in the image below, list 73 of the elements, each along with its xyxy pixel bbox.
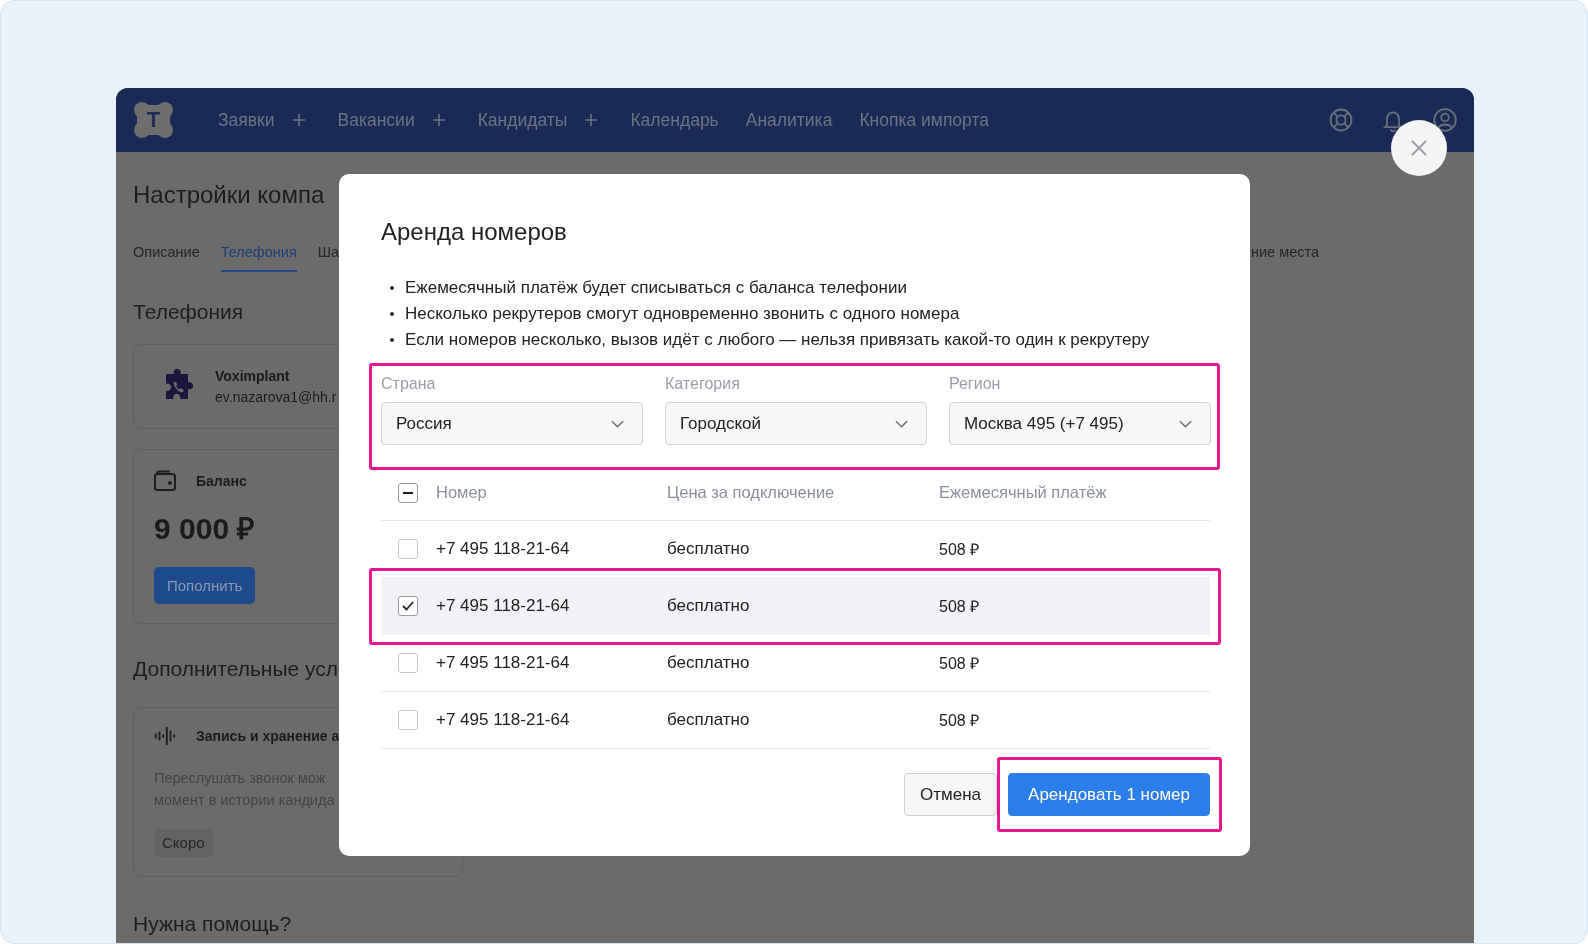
plus-icon[interactable] xyxy=(292,114,305,126)
table-cell: +7 495 118-21-64 xyxy=(436,653,570,673)
table-row[interactable]: +7 495 118-21-64 бесплатно 508 ₽ xyxy=(381,577,1210,635)
page-title: Настройки компа xyxy=(133,180,325,210)
tab[interactable]: ние места xyxy=(1251,242,1320,272)
bullet-icon xyxy=(390,312,394,316)
note-text: Если номеров несколько, вызов идёт с любого — нельзя привязать какой-то один к рекрутеру xyxy=(405,329,1150,351)
plus-icon[interactable] xyxy=(432,114,445,126)
nav-item[interactable]: Аналитика xyxy=(745,109,833,131)
wallet-icon xyxy=(154,470,176,492)
card-title: Баланс xyxy=(196,473,247,489)
row-checkbox[interactable] xyxy=(398,539,418,559)
lifebuoy-icon[interactable] xyxy=(1329,108,1353,132)
waveform-icon xyxy=(154,725,176,747)
section-title: Телефония xyxy=(133,299,244,325)
minus-icon xyxy=(403,491,413,494)
table-cell: бесплатно xyxy=(667,653,750,673)
nav-item[interactable]: Кандидаты xyxy=(477,109,568,131)
table-cell: бесплатно xyxy=(667,539,750,559)
field-label: Категория xyxy=(665,374,740,394)
nav-item[interactable]: Заявки xyxy=(218,109,275,131)
table-cell-text: 508 ₽ xyxy=(939,596,980,617)
chevron-down-icon xyxy=(895,419,908,428)
chevron-down-icon xyxy=(611,419,624,428)
dropdown-field[interactable]: Городской xyxy=(665,402,927,445)
row-checkbox[interactable] xyxy=(398,595,418,616)
dropdown-field[interactable]: Москва 495 (+7 495) xyxy=(949,402,1211,445)
note-text: Ежемесячный платёж будет списываться с баланса телефонии xyxy=(405,277,907,299)
select-all-checkbox[interactable] xyxy=(398,482,418,503)
field-label: Страна xyxy=(381,374,436,394)
close-icon xyxy=(1411,140,1427,156)
table-cell: +7 495 118-21-64 xyxy=(436,595,570,616)
table-cell-text: 508 ₽ xyxy=(939,540,980,560)
tab[interactable]: Телефония xyxy=(220,242,297,272)
field-label: Регион xyxy=(949,374,1001,394)
close-button[interactable] xyxy=(1391,120,1447,176)
bullet-icon xyxy=(390,338,394,342)
account-email: ev.nazarova1@hh.r xyxy=(215,387,337,407)
tab[interactable]: Ша xyxy=(317,242,340,272)
table-cell-text: 508 ₽ xyxy=(939,654,980,674)
column-header: Ежемесячный платёж xyxy=(939,483,1107,502)
table-cell: бесплатно xyxy=(667,595,750,616)
top-up-button[interactable]: Пополнить xyxy=(154,567,256,604)
dropdown-field[interactable]: Россия xyxy=(381,402,643,445)
balance-amount: 9 000 ₽ xyxy=(154,511,255,547)
table-cell: +7 495 118-21-64 xyxy=(436,710,570,730)
table-cell-text: 508 ₽ xyxy=(939,711,980,731)
table-row[interactable]: +7 495 118-21-64 бесплатно 508 ₽ xyxy=(381,635,1210,692)
column-header: Цена за подключение xyxy=(667,483,835,502)
user-icon[interactable] xyxy=(1433,108,1457,132)
nav-item[interactable]: Календарь xyxy=(630,109,719,131)
nav-item[interactable]: Вакансии xyxy=(337,109,415,131)
tab[interactable]: Описание xyxy=(133,242,200,272)
table-cell: бесплатно xyxy=(667,710,750,730)
row-checkbox[interactable] xyxy=(398,653,418,673)
status-badge: Скоро xyxy=(154,829,213,857)
plus-icon[interactable] xyxy=(585,114,598,126)
secondary-button[interactable]: Отмена xyxy=(904,773,998,816)
nav-item[interactable]: Кнопка импорта xyxy=(859,109,989,131)
table-row[interactable]: +7 495 118-21-64 бесплатно 508 ₽ xyxy=(381,692,1210,749)
section-title: Дополнительные усл xyxy=(133,656,339,682)
card-title: Запись и хранение а xyxy=(196,728,340,744)
section-title: Нужна помощь? xyxy=(133,911,292,937)
row-checkbox[interactable] xyxy=(398,710,418,730)
dialog-title: Аренда номеров xyxy=(381,217,567,247)
primary-button[interactable]: Арендовать 1 номер xyxy=(1008,773,1210,816)
checkmark-icon xyxy=(402,600,414,611)
table-cell: +7 495 118-21-64 xyxy=(436,539,570,559)
provider-name: Voximplant xyxy=(215,366,290,386)
chevron-down-icon xyxy=(1179,419,1192,428)
note-text: Несколько рекрутеров смогут одновременно звонить с одного номера xyxy=(405,303,960,325)
column-header: Номер xyxy=(436,483,487,502)
bullet-icon xyxy=(390,286,394,290)
